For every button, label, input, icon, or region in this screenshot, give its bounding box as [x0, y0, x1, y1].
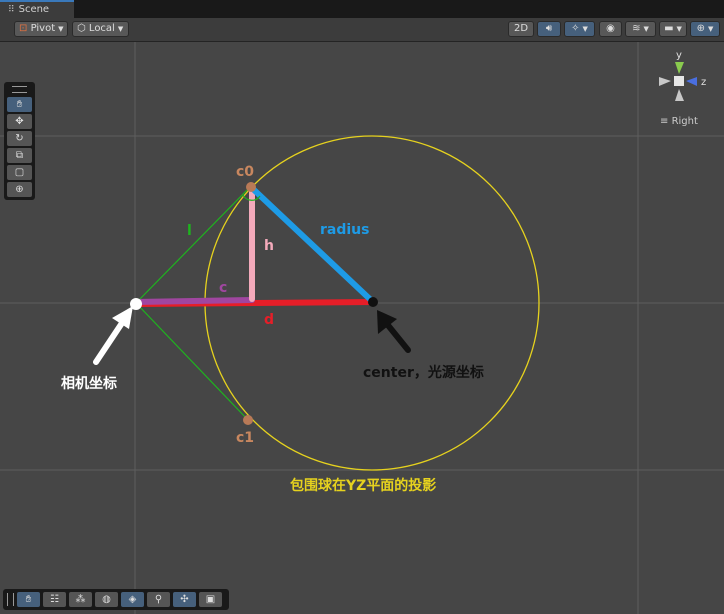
tab-scene[interactable]: ⠿ Scene [0, 0, 74, 18]
search-icon: ⚲ [154, 594, 163, 605]
visibility-toggle-button[interactable]: ◉ [599, 21, 622, 37]
tangent-line-lower [135, 302, 249, 421]
local-dropdown[interactable]: ⬡ Local ▼ [72, 21, 129, 37]
camera-icon: ▬ [664, 23, 674, 34]
label-radius: radius [320, 222, 370, 238]
bottom-search-button[interactable]: ⚲ [147, 592, 170, 607]
point-c0 [246, 182, 256, 192]
rect-icon: ▢ [14, 167, 25, 178]
bottom-inspector-button[interactable]: ☷ [43, 592, 66, 607]
pivot-label: Pivot [30, 23, 56, 34]
center-arrow [377, 310, 411, 353]
scene-canvas: y z [0, 42, 724, 614]
label-c: c [219, 280, 228, 296]
cube-icon: ⬡ [77, 23, 86, 34]
scale-tool-button[interactable]: ⧉ [7, 148, 32, 163]
tool-palette: ✋︎ ✥ ↻ ⧉ ▢ ⊕ [4, 82, 35, 200]
audio-toggle-button[interactable]: 🔊︎ [537, 21, 561, 37]
effects-icon: ✧ [571, 23, 580, 34]
segment-c-line [133, 297, 255, 305]
transform-tool-button[interactable]: ⊕ [7, 182, 32, 197]
rotate-tool-button[interactable]: ↻ [7, 131, 32, 146]
scene-toolbar: ⊡ Pivot ▼ ⬡ Local ▼ 2D 🔊︎ ✧ ▼ ◉ ≋ ▼ ▬ ▼ ⊕ ▼ [0, 18, 724, 42]
gizmo-z-label: z [701, 77, 706, 88]
hand-tool-button[interactable]: ✋︎ [7, 97, 32, 112]
speaker-icon: 🔊︎ [545, 23, 553, 34]
scene-grid-icon: ⠿ [8, 5, 15, 15]
scale-icon: ⧉ [15, 150, 24, 161]
label-d: d [264, 312, 275, 328]
chevron-down-icon: ▼ [58, 25, 64, 33]
transform-icon: ⊕ [15, 184, 24, 195]
bottom-overlay-toolbar: ✋︎ ☷ ⁂ ◍ ◈ ⚲ ✣ ▣ [3, 589, 229, 610]
chevron-down-icon: ▼ [708, 25, 714, 33]
gizmos-dropdown[interactable]: ⊕ ▼ [690, 21, 720, 37]
center-point [368, 297, 378, 307]
tab-bar: ⠿ Scene [0, 0, 724, 19]
globe-icon: ⊕ [696, 23, 705, 34]
point-c1 [243, 415, 253, 425]
move-icon: ✥ [15, 116, 24, 127]
label-c0: c0 [236, 164, 255, 180]
camera-arrow [93, 306, 133, 365]
label-projection: 包围球在YZ平面的投影 [290, 478, 437, 494]
scene-grid [0, 42, 724, 614]
gizmo-y-cone[interactable] [675, 62, 684, 74]
tangent-line-upper [135, 186, 251, 304]
label-c1: c1 [236, 430, 255, 446]
globe-icon: ◍ [102, 594, 111, 605]
layers-icon: ≋ [632, 23, 641, 34]
bottom-move-button[interactable]: ✣ [173, 592, 196, 607]
move-tool-button[interactable]: ✥ [7, 114, 32, 129]
2d-toggle-button[interactable]: 2D [508, 21, 534, 37]
hand-icon: ✋︎ [25, 594, 32, 605]
gizmo-center-cube[interactable] [674, 76, 684, 86]
gizmo-neg-z-cone[interactable] [659, 77, 671, 86]
bottom-globe-button[interactable]: ◍ [95, 592, 118, 607]
bottom-layers-button[interactable]: ◈ [121, 592, 144, 607]
effects-dropdown[interactable]: ✧ ▼ [564, 21, 595, 37]
inspector-icon: ☷ [50, 594, 59, 605]
gizmo-neg-y-cone[interactable] [675, 89, 684, 101]
bottom-camera-button[interactable]: ▣ [199, 592, 222, 607]
bottom-grip-handle[interactable] [7, 593, 14, 606]
gizmo-z-cone[interactable] [686, 77, 697, 86]
camera-dropdown[interactable]: ▬ ▼ [659, 21, 687, 37]
label-h: h [264, 238, 274, 254]
2d-label: 2D [513, 23, 529, 34]
pivot-icon: ⊡ [19, 23, 28, 34]
bottom-hand-button[interactable]: ✋︎ [17, 592, 40, 607]
label-camera-position: 相机坐标 [61, 376, 117, 392]
bottom-noise-button[interactable]: ⁂ [69, 592, 92, 607]
label-l: l [187, 223, 192, 239]
view-mode-text: Right [671, 116, 698, 127]
eye-icon: ◉ [606, 23, 615, 34]
hand-icon: ✋︎ [16, 99, 23, 110]
menu-lines-icon: ≡ [660, 116, 669, 127]
camera-icon: ▣ [205, 594, 216, 605]
rotate-icon: ↻ [15, 133, 24, 144]
label-center-light-position: center，光源坐标 [363, 365, 484, 381]
chevron-down-icon: ▼ [117, 25, 124, 33]
noise-icon: ⁂ [75, 594, 86, 605]
chevron-down-icon: ▼ [643, 25, 649, 33]
view-mode-label[interactable]: ≡ Right [660, 116, 698, 127]
tab-scene-label: Scene [18, 4, 50, 15]
orientation-gizmo[interactable]: y z [659, 50, 706, 101]
pivot-dropdown[interactable]: ⊡ Pivot ▼ [14, 21, 68, 37]
scene-view[interactable]: y z c0 c1 l h radius c d 相机坐标 center，光源坐… [0, 42, 724, 614]
chevron-down-icon: ▼ [582, 25, 588, 33]
palette-grip-handle[interactable] [12, 86, 27, 93]
chevron-down-icon: ▼ [676, 25, 682, 33]
layers-dropdown[interactable]: ≋ ▼ [625, 21, 656, 37]
gizmo-y-label: y [676, 50, 682, 61]
layers-icon: ◈ [128, 594, 137, 605]
local-label: Local [88, 23, 115, 34]
rect-tool-button[interactable]: ▢ [7, 165, 32, 180]
move-icon: ✣ [180, 594, 189, 605]
